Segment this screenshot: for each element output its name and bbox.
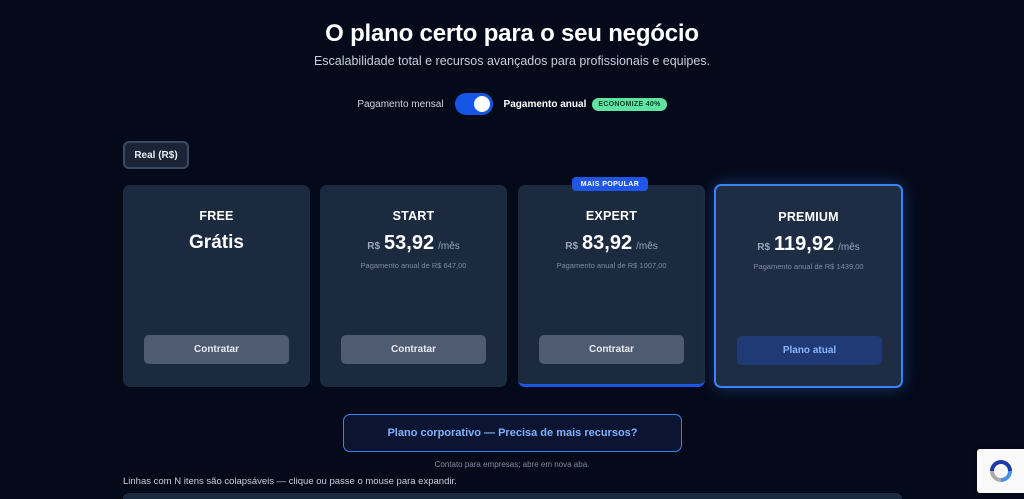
annual-payment-note: Pagamento anual de R$ 1439,00 — [753, 262, 864, 271]
contract-button-free[interactable]: Contratar — [144, 335, 289, 364]
plan-card-premium: PREMIUM R$ 119,92 /mês Pagamento anual d… — [714, 184, 903, 388]
billing-toggle-row: Pagamento mensal Pagamento anual ECONOMI… — [0, 92, 1024, 116]
plan-card-start: START R$ 53,92 /mês Pagamento anual de R… — [320, 185, 507, 387]
price-currency: R$ — [367, 241, 381, 252]
billing-annual-label[interactable]: Pagamento anual — [504, 99, 587, 110]
plan-price-row: R$ 53,92 /mês — [320, 232, 507, 255]
annual-payment-note: Pagamento anual de R$ 1007,00 — [556, 261, 667, 270]
price-currency: R$ — [757, 242, 771, 253]
recaptcha-badge[interactable] — [977, 449, 1024, 493]
plan-price-row: R$ 83,92 /mês — [518, 232, 705, 255]
plan-name: EXPERT — [585, 209, 638, 223]
billing-toggle[interactable] — [454, 93, 493, 115]
corporate-note: Contato para empresas; abre em nova aba. — [434, 460, 590, 469]
page-subtitle: Escalabilidade total e recursos avançado… — [313, 54, 711, 68]
price-period: /mês — [838, 242, 860, 253]
feature-list-container — [123, 493, 902, 499]
save-badge: ECONOMIZE 40% — [592, 97, 667, 111]
billing-monthly-label[interactable]: Pagamento mensal — [357, 99, 443, 110]
price-currency: R$ — [565, 241, 579, 252]
plan-card-expert: EXPERT R$ 83,92 /mês Pagamento anual de … — [518, 185, 705, 387]
most-popular-badge: MAIS POPULAR — [572, 177, 648, 191]
plan-price: 83,92 — [582, 232, 633, 254]
contract-button-expert[interactable]: Contratar — [539, 335, 684, 364]
plan-price: 53,92 — [384, 232, 435, 254]
pricing-page: O plano certo para o seu negócio Escalab… — [0, 0, 1024, 499]
annual-payment-note: Pagamento anual de R$ 647,00 — [360, 261, 467, 270]
corporate-plan-button[interactable]: Plano corporativo — Precisa de mais recu… — [343, 414, 682, 452]
plan-name: START — [392, 209, 435, 223]
plan-price: Grátis — [189, 232, 244, 253]
price-period: /mês — [438, 241, 460, 252]
plan-card-free: FREE Grátis Contratar — [123, 185, 310, 387]
contract-button-start[interactable]: Contratar — [341, 335, 486, 364]
page-title: O plano certo para o seu negócio — [325, 20, 699, 47]
plan-price-row: R$ 119,92 /mês — [716, 233, 901, 256]
plan-name: PREMIUM — [778, 210, 839, 224]
recaptcha-icon — [989, 460, 1012, 482]
plan-name: FREE — [199, 209, 234, 223]
current-plan-button[interactable]: Plano atual — [737, 336, 882, 365]
plan-price: 119,92 — [774, 233, 835, 255]
toggle-knob — [473, 96, 490, 112]
price-period: /mês — [636, 241, 658, 252]
collapse-hint: Linhas com N itens são colapsáveis — cli… — [123, 476, 457, 487]
currency-selector[interactable]: Real (R$) — [123, 141, 189, 169]
